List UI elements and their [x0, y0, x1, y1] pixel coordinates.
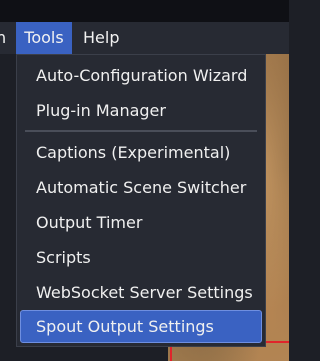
- menu-previous-label: n: [0, 28, 7, 47]
- tools-dropdown-menu: Auto-Configuration Wizard Plug-in Manage…: [16, 54, 266, 347]
- menu-item-plugin-manager[interactable]: Plug-in Manager: [20, 94, 262, 127]
- menu-item-auto-configuration-wizard[interactable]: Auto-Configuration Wizard: [20, 59, 262, 92]
- menu-item-scripts[interactable]: Scripts: [20, 241, 262, 274]
- menu-item-spout-output-settings[interactable]: Spout Output Settings: [20, 310, 262, 343]
- menu-item-captions[interactable]: Captions (Experimental): [20, 136, 262, 169]
- menu-item-output-timer[interactable]: Output Timer: [20, 206, 262, 239]
- menu-help[interactable]: Help: [83, 22, 119, 54]
- menu-separator: [25, 130, 257, 132]
- menu-item-websocket-server-settings[interactable]: WebSocket Server Settings: [20, 276, 262, 309]
- menu-item-automatic-scene-switcher[interactable]: Automatic Scene Switcher: [20, 171, 262, 204]
- app-window: n Tools Help Auto-Configuration Wizard P…: [0, 0, 289, 361]
- menu-bar: n Tools Help: [0, 22, 289, 54]
- menu-tools[interactable]: Tools: [16, 22, 72, 54]
- title-bar: [0, 0, 289, 22]
- menu-previous-partial[interactable]: n: [0, 22, 10, 54]
